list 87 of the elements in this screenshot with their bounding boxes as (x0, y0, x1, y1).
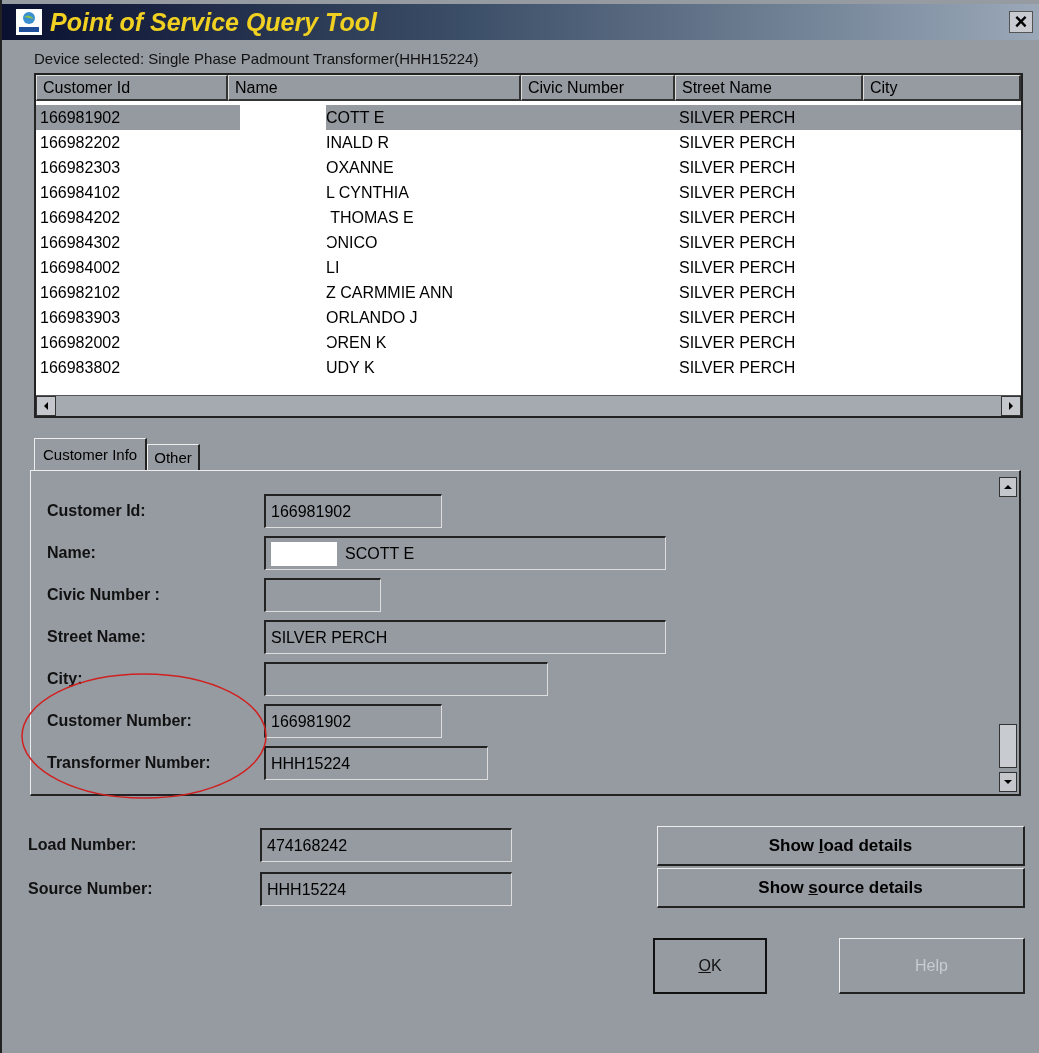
table-row[interactable]: 166984302 ƆNICO SILVER PERCH (36, 230, 1021, 255)
table-cell-text: 166982303 (39, 158, 122, 177)
redaction-block (271, 541, 337, 566)
table-cell-text: 166981902 (39, 108, 122, 127)
column-header[interactable]: Street Name (675, 75, 863, 101)
text-field[interactable]: SILVER PERCH (264, 620, 666, 654)
table-cell-text: 166983903 (39, 308, 122, 327)
table-cell-text: 166982102 (39, 283, 122, 302)
scroll-left-button[interactable] (36, 396, 56, 416)
field-label: Civic Number : (47, 586, 161, 604)
table-row[interactable]: 166982202 INALD R SILVER PERCH (36, 130, 1021, 155)
column-header[interactable]: Customer Id (36, 75, 228, 101)
table-cell-text: 166982002 (39, 333, 122, 352)
vertical-scrollbar[interactable] (999, 477, 1017, 792)
table-cell-text: 166982202 (39, 133, 122, 152)
dialog-button[interactable]: OK (653, 938, 767, 994)
left-arrow-icon (42, 401, 50, 411)
tab[interactable]: Customer Info (34, 438, 148, 470)
table-cell: COTT E (326, 108, 385, 127)
field-label: Transformer Number: (47, 754, 212, 772)
table-row[interactable]: 166981902 COTT E SILVER PERCH (36, 105, 1021, 130)
field-label: Name: (47, 544, 97, 562)
table-row[interactable]: 166984202 THOMAS E SILVER PERCH (36, 205, 1021, 230)
table-row[interactable]: 166984002 LI SILVER PERCH (36, 255, 1021, 280)
details-button[interactable]: Show load details (657, 826, 1025, 866)
table-cell: INALD R (326, 133, 390, 152)
table-row[interactable]: 166982102 Z CARMMIE ANN SILVER PERCH (36, 280, 1021, 305)
table-cell-text: SILVER PERCH (678, 308, 797, 327)
details-button[interactable]: Show source details (657, 868, 1025, 908)
table-cell-text: SILVER PERCH (678, 258, 797, 277)
column-header[interactable]: Civic Number (521, 75, 675, 101)
close-button[interactable]: × (1009, 11, 1033, 33)
table-row[interactable]: 166983802 UDY K SILVER PERCH (36, 355, 1021, 380)
field-label: Street Name: (47, 628, 147, 646)
table-cell-text: 166984202 (39, 208, 122, 227)
text-field[interactable]: HHH15224 (264, 746, 488, 780)
field-label: Customer Number: (47, 712, 193, 730)
table-cell-text: SILVER PERCH (678, 158, 797, 177)
tab[interactable]: Other (147, 444, 200, 470)
table-cell-text: 166984302 (39, 233, 122, 252)
table-cell-text: THOMAS E (329, 208, 414, 227)
text-field[interactable]: HHH15224 (260, 872, 512, 906)
column-header[interactable]: City (863, 75, 1021, 101)
table-cell-text: SILVER PERCH (678, 208, 797, 227)
window-title: Point of Service Query Tool (50, 7, 379, 37)
text-field[interactable]: 474168242 (260, 828, 512, 862)
text-field[interactable]: 166981902 (264, 494, 442, 528)
table-cell-text: 166984002 (39, 258, 122, 277)
logo-icon (16, 9, 42, 35)
table-cell-text: SILVER PERCH (678, 333, 797, 352)
table-row[interactable]: 166984102 L CYNTHIA SILVER PERCH (36, 180, 1021, 205)
table-cell: LI (326, 258, 340, 277)
table-row[interactable]: 166982002 ƆREN K SILVER PERCH (36, 330, 1021, 355)
text-field[interactable] (264, 578, 381, 612)
text-field[interactable] (264, 662, 548, 696)
table-row[interactable]: 166983903 ORLANDO J SILVER PERCH (36, 305, 1021, 330)
device-label: Device selected: Single Phase Padmount Transformer(HHH15224) (34, 50, 480, 67)
table-cell: ƆNICO (326, 233, 378, 252)
table-row[interactable]: 166982303 OXANNE SILVER PERCH (36, 155, 1021, 180)
scroll-right-button[interactable] (1001, 396, 1021, 416)
table-cell: L CYNTHIA (326, 183, 409, 202)
table-cell: OXANNE (326, 158, 394, 177)
scroll-down-button[interactable] (999, 772, 1017, 792)
right-arrow-icon (1007, 401, 1015, 411)
field-label: Source Number: (28, 880, 154, 898)
down-arrow-icon (1003, 778, 1013, 786)
table-cell: UDY K (326, 358, 375, 377)
table-cell: Z CARMMIE ANN (326, 283, 454, 302)
scroll-thumb[interactable] (999, 724, 1017, 768)
table-cell-text: SILVER PERCH (678, 183, 797, 202)
field-label: Load Number: (28, 836, 138, 854)
table-cell: ORLANDO J (326, 308, 418, 327)
text-field[interactable]: SCOTT E (264, 536, 666, 570)
table-cell-text: 166983802 (39, 358, 122, 377)
table-cell-text: SILVER PERCH (678, 233, 797, 252)
column-header[interactable]: Name (228, 75, 521, 101)
scroll-up-button[interactable] (999, 477, 1017, 497)
text-field[interactable]: 166981902 (264, 704, 442, 738)
table-cell-text: SILVER PERCH (678, 283, 797, 302)
table-cell-text: SILVER PERCH (678, 358, 797, 377)
up-arrow-icon (1003, 483, 1013, 491)
table-cell: ƆREN K (326, 333, 387, 352)
table-cell-text: SILVER PERCH (678, 108, 797, 127)
table-cell-text: SILVER PERCH (678, 133, 797, 152)
field-label: City: (47, 670, 84, 688)
field-label: Customer Id: (47, 502, 147, 520)
table-cell-text: 166984102 (39, 183, 122, 202)
